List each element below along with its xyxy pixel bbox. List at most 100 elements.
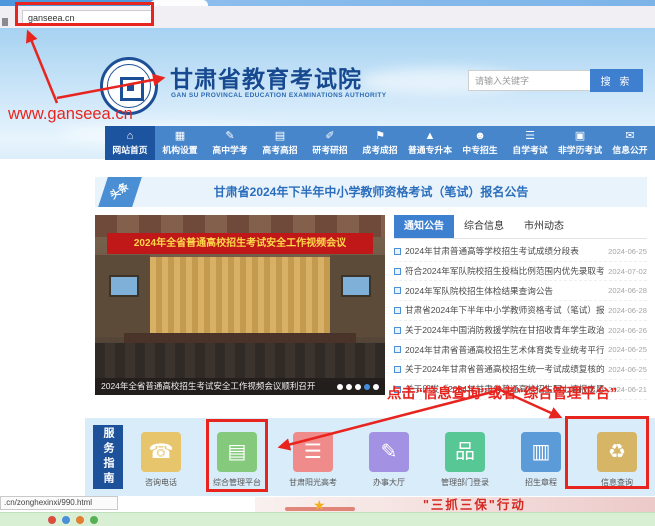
service-item[interactable]: 品 管理部门登录 [434, 432, 496, 488]
news-item[interactable]: 甘肃省2024年下半年中小学教师资格考试（笔试）报名公告 2024-06-28 [394, 301, 647, 321]
news-item[interactable]: 2024年军队院校招生体检结果查询公告 2024-06-28 [394, 281, 647, 301]
news-item-title: 甘肃省2024年下半年中小学教师资格考试（笔试）报名公告 [405, 304, 604, 316]
taskbar-app-icon[interactable] [76, 516, 84, 524]
nav-item-label: 中专招生 [462, 143, 497, 156]
news-bullet-icon [394, 287, 401, 294]
taskbar-app-icon[interactable] [90, 516, 98, 524]
campaign-banner-text: "三抓三保"行动 [423, 497, 526, 513]
nav-item-label: 非学历考试 [558, 143, 602, 156]
star-icon: ★ [313, 497, 326, 513]
service-item[interactable]: ▤ 综合管理平台 [206, 432, 268, 488]
news-tabs: 通知公告 综合信息 市州动态 [394, 215, 647, 239]
nav-item[interactable]: ⚑ 成考成招 [355, 126, 405, 160]
news-item[interactable]: 符合2024年军队院校招生投档比例范围内优先录取考生名单公示 2024-07-0… [394, 262, 647, 282]
service-items: ☎ 咨询电话 ▤ 综合管理平台 ☰ 甘肃阳光高考 ✎ 办事大厅 [123, 426, 655, 488]
carousel-dot[interactable] [346, 384, 352, 390]
nav-item[interactable]: ☻ 中专招生 [455, 126, 505, 160]
taskbar-app-icon[interactable] [48, 516, 56, 524]
service-item-label: 管理部门登录 [434, 477, 496, 488]
nav-item-icon: ✎ [225, 131, 234, 142]
news-bullet-icon [394, 327, 401, 334]
news-tab[interactable]: 市州动态 [514, 215, 574, 238]
carousel-photo-screen [109, 275, 139, 297]
news-item-date: 2024-06-25 [608, 365, 647, 374]
carousel-photo-table [124, 333, 356, 343]
headline-link[interactable]: 甘肃省2024年下半年中小学教师资格考试（笔试）报名公告 [95, 177, 647, 207]
service-item[interactable]: ☎ 咨询电话 [130, 432, 192, 488]
campaign-banner[interactable]: ★ "三抓三保"行动 [255, 497, 655, 513]
nav-item-label: 普通专升本 [408, 143, 452, 156]
service-item-label: 信息查询 [586, 477, 648, 488]
address-input[interactable] [22, 10, 152, 25]
news-item[interactable]: 2024年甘肃普通高等学校招生考试成绩分段表 2024-06-25 [394, 242, 647, 262]
annotation-click-hint: 点击“信息查询”或者“综合管理平台” [387, 382, 617, 403]
headline-strip: 头条 甘肃省2024年下半年中小学教师资格考试（笔试）报名公告 [95, 177, 647, 207]
news-item-date: 2024-07-02 [608, 267, 647, 276]
main-nav: ⌂ 网站首页 ▦ 机构设置 ✎ 高中学考 ▤ 高考高招 ✐ 研考研招 [105, 126, 655, 160]
news-tab[interactable]: 综合信息 [454, 215, 514, 238]
news-item-title: 关于2024年中国消防救援学院在甘招收青年学生政治考核体检心理测试面试 [405, 324, 604, 336]
photo-carousel[interactable]: 2024年全省普通高校招生考试安全工作视频会议 2024年全省普通高校招生考试安… [95, 215, 385, 395]
service-item-icon: ☎ [141, 432, 181, 472]
browser-window: 甘肃省教育考试院 GAN SU PROVINCAL EDUCATION EXAM… [0, 0, 655, 526]
news-item-title: 2024年甘肃省普通高校招生艺术体育类专业统考平行志愿排序成绩查询公告 [405, 344, 604, 356]
search-button[interactable]: 搜 索 [590, 69, 643, 92]
nav-item-icon: ▲ [425, 131, 436, 142]
meeting-banner-text: 2024年全省普通高校招生考试安全工作视频会议 [107, 233, 374, 254]
nav-item-icon: ▦ [175, 131, 185, 142]
site-title: 甘肃省教育考试院 [170, 60, 362, 94]
news-item[interactable]: 关于2024年甘肃省普通高校招生统一考试成绩复核的公告 2024-06-25 [394, 360, 647, 380]
news-item[interactable]: 2024年甘肃省普通高校招生艺术体育类专业统考平行志愿排序成绩查询公告 2024… [394, 340, 647, 360]
service-item-icon: ▤ [217, 432, 257, 472]
nav-item-icon: ☻ [474, 131, 486, 142]
nav-item[interactable]: ✐ 研考研招 [305, 126, 355, 160]
carousel-dot[interactable] [373, 384, 379, 390]
nav-item[interactable]: ☰ 自学考试 [505, 126, 555, 160]
annotation-url-text: www.ganseea.cn [8, 105, 133, 124]
addressbar-icon [2, 18, 8, 26]
nav-item[interactable]: ✎ 高中学考 [205, 126, 255, 160]
nav-item[interactable]: ▦ 机构设置 [155, 126, 205, 160]
site-subtitle: GAN SU PROVINCAL EDUCATION EXAMINATIONS … [171, 92, 386, 99]
nav-item-label: 信息公开 [612, 143, 647, 156]
taskbar-app-icon[interactable] [62, 516, 70, 524]
nav-item[interactable]: ▲ 普通专升本 [405, 126, 455, 160]
service-item-icon: ♻ [597, 432, 637, 472]
taskbar [0, 512, 655, 526]
news-item[interactable]: 关于2024年中国消防救援学院在甘招收青年学生政治考核体检心理测试面试 2024… [394, 321, 647, 341]
service-guide-label: 服务指南 [93, 425, 123, 489]
nav-item[interactable]: ▤ 高考高招 [255, 126, 305, 160]
service-item[interactable]: ☰ 甘肃阳光高考 [282, 432, 344, 488]
carousel-photo-audience [95, 343, 385, 378]
news-list: 2024年甘肃普通高等学校招生考试成绩分段表 2024-06-25 符合2024… [394, 242, 647, 400]
nav-item[interactable]: ▣ 非学历考试 [555, 126, 605, 160]
nav-item-icon: ▣ [575, 131, 585, 142]
news-tab[interactable]: 通知公告 [394, 215, 454, 238]
news-item-title: 关于2024年甘肃省普通高校招生统一考试成绩复核的公告 [405, 363, 604, 375]
nav-item-label: 成考成招 [362, 143, 397, 156]
nav-item[interactable]: ⌂ 网站首页 [105, 126, 155, 160]
nav-item-icon: ✉ [625, 131, 634, 142]
news-bullet-icon [394, 248, 401, 255]
news-item-date: 2024-06-25 [608, 345, 647, 354]
news-item-title: 2024年甘肃普通高等学校招生考试成绩分段表 [405, 245, 604, 257]
nav-item-label: 机构设置 [162, 143, 197, 156]
nav-item-icon: ✐ [325, 131, 334, 142]
service-item-label: 招生章程 [510, 477, 572, 488]
nav-item-label: 高考高招 [262, 143, 297, 156]
nav-item-icon: ⚑ [375, 131, 385, 142]
nav-item[interactable]: ✉ 信息公开 [605, 126, 655, 160]
search-input[interactable] [468, 70, 592, 91]
nav-item-label: 网站首页 [112, 143, 147, 156]
carousel-dot[interactable] [355, 384, 361, 390]
service-item[interactable]: ✎ 办事大厅 [358, 432, 420, 488]
carousel-dot[interactable] [337, 384, 343, 390]
service-item-icon: ☰ [293, 432, 333, 472]
service-item[interactable]: ▥ 招生章程 [510, 432, 572, 488]
news-panel: 通知公告 综合信息 市州动态 2024年甘肃普通高等学校招生考试成绩分段表 20… [394, 215, 647, 395]
service-item-label: 综合管理平台 [206, 477, 268, 488]
logo-emblem-core [127, 84, 134, 91]
carousel-dots [337, 384, 379, 390]
service-item[interactable]: ♻ 信息查询 [586, 432, 648, 488]
carousel-dot[interactable] [364, 384, 370, 390]
